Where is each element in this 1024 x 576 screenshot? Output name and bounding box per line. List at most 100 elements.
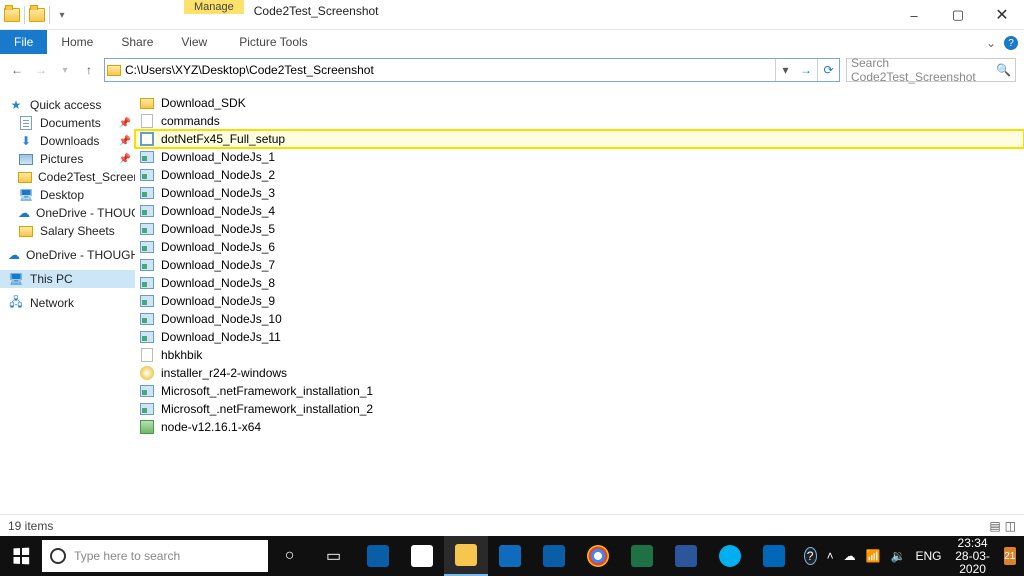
cortana-button[interactable]: ○ (268, 536, 312, 576)
file-row[interactable]: Download_NodeJs_2 (135, 166, 1024, 184)
go-button[interactable]: → (795, 63, 817, 77)
img-icon (139, 167, 155, 183)
address-bar[interactable]: ▾ → ⟳ (104, 58, 840, 82)
file-row[interactable]: Microsoft_.netFramework_installation_2 (135, 400, 1024, 418)
network-tray-icon[interactable]: 📶 (866, 549, 881, 563)
up-button[interactable]: ↑ (80, 63, 98, 77)
file-row[interactable]: node-v12.16.1-x64 (135, 418, 1024, 436)
share-tab[interactable]: Share (107, 31, 167, 53)
file-name: Download_NodeJs_3 (161, 186, 275, 200)
qat-folder-icon[interactable] (29, 7, 45, 23)
sidebar-onedrive-1[interactable]: ☁OneDrive - THOUGH (0, 204, 135, 222)
recent-locations-icon[interactable]: ▾ (56, 65, 74, 76)
separator (24, 6, 25, 24)
ribbon-collapse-icon[interactable]: ⌄ (986, 36, 996, 50)
file-name: Download_NodeJs_4 (161, 204, 275, 218)
outlook-icon[interactable] (532, 536, 576, 576)
edge-icon[interactable] (356, 536, 400, 576)
file-row[interactable]: commands (135, 112, 1024, 130)
network-icon: 🖧 (8, 296, 24, 310)
file-row[interactable]: Download_NodeJs_6 (135, 238, 1024, 256)
file-name: Download_NodeJs_8 (161, 276, 275, 290)
minimize-button[interactable]: – (892, 0, 936, 30)
file-row[interactable]: Microsoft_.netFramework_installation_1 (135, 382, 1024, 400)
input-language[interactable]: ENG (915, 549, 941, 563)
address-history-dropdown-icon[interactable]: ▾ (775, 59, 795, 81)
file-explorer-icon[interactable] (444, 536, 488, 576)
word-icon[interactable] (664, 536, 708, 576)
start-button[interactable] (0, 536, 42, 576)
taskbar-search[interactable]: Type here to search (42, 540, 268, 572)
sidebar-documents[interactable]: Documents📌 (0, 114, 135, 132)
file-tab[interactable]: File (0, 30, 47, 54)
search-box[interactable]: Search Code2Test_Screenshot 🔍 (846, 58, 1016, 82)
refresh-button[interactable]: ⟳ (817, 59, 839, 81)
onedrive-tray-icon[interactable]: ☁ (844, 549, 856, 563)
img-icon (139, 401, 155, 417)
help-icon[interactable]: ? (1004, 36, 1018, 50)
close-button[interactable]: ✕ (980, 0, 1024, 30)
action-center-icon[interactable]: 21 (1004, 547, 1016, 565)
store-icon[interactable] (400, 536, 444, 576)
sidebar-quick-access[interactable]: ★ Quick access (0, 96, 135, 114)
file-row[interactable]: Download_NodeJs_11 (135, 328, 1024, 346)
sidebar-desktop[interactable]: 🖥Desktop (0, 186, 135, 204)
file-row[interactable]: Download_NodeJs_9 (135, 292, 1024, 310)
sidebar-this-pc[interactable]: 🖥This PC (0, 270, 135, 288)
sidebar-pictures[interactable]: Pictures📌 (0, 150, 135, 168)
sidebar-c2t-folder[interactable]: Code2Test_Screensh (0, 168, 135, 186)
file-row[interactable]: Download_NodeJs_5 (135, 220, 1024, 238)
file-row[interactable]: dotNetFx45_Full_setup (135, 130, 1024, 148)
system-tray: ? ˄ ☁ 📶 🔉 ENG 23:34 28-03-2020 21 (796, 537, 1024, 576)
picture-tools-tab[interactable]: Picture Tools (225, 31, 321, 53)
maximize-button[interactable]: ▢ (936, 0, 980, 30)
img-icon (139, 203, 155, 219)
file-row[interactable]: Download_NodeJs_4 (135, 202, 1024, 220)
clock[interactable]: 23:34 28-03-2020 (952, 537, 994, 576)
file-row[interactable]: Download_NodeJs_8 (135, 274, 1024, 292)
file-row[interactable]: Download_NodeJs_7 (135, 256, 1024, 274)
file-name: Microsoft_.netFramework_installation_1 (161, 384, 373, 398)
vscode-icon[interactable] (752, 536, 796, 576)
search-icon[interactable]: 🔍 (996, 63, 1011, 77)
large-icons-view-icon[interactable]: ◫ (1005, 519, 1016, 533)
tray-overflow-icon[interactable]: ˄ (827, 549, 834, 563)
sidebar-label: Network (30, 296, 74, 310)
task-view-button[interactable]: ▭ (312, 536, 356, 576)
mail-icon[interactable] (488, 536, 532, 576)
qat-dropdown-icon[interactable]: ▾ (54, 7, 70, 23)
file-name: Download_NodeJs_1 (161, 150, 275, 164)
file-row[interactable]: Download_NodeJs_1 (135, 148, 1024, 166)
volume-tray-icon[interactable]: 🔉 (891, 549, 906, 563)
sidebar-network[interactable]: 🖧 Network (0, 294, 135, 312)
home-tab[interactable]: Home (47, 31, 107, 53)
skype-icon[interactable] (708, 536, 752, 576)
sidebar-onedrive-2[interactable]: ☁OneDrive - THOUGH (0, 246, 135, 264)
context-tab-header: Manage (184, 0, 244, 14)
file-row[interactable]: Download_SDK (135, 94, 1024, 112)
sidebar-downloads[interactable]: ⬇Downloads📌 (0, 132, 135, 150)
back-button[interactable]: ← (8, 63, 26, 77)
view-tab[interactable]: View (167, 31, 221, 53)
file-row[interactable]: installer_r24-2-windows (135, 364, 1024, 382)
folder-icon (139, 95, 155, 111)
file-name: Download_NodeJs_2 (161, 168, 275, 182)
address-input[interactable] (123, 63, 775, 77)
chrome-icon[interactable] (576, 536, 620, 576)
file-name: Download_NodeJs_6 (161, 240, 275, 254)
file-row[interactable]: Download_NodeJs_10 (135, 310, 1024, 328)
img-icon (139, 239, 155, 255)
file-row[interactable]: Download_NodeJs_3 (135, 184, 1024, 202)
txt-icon (139, 113, 155, 129)
forward-button[interactable]: → (32, 63, 50, 77)
taskbar-apps: ○ ▭ (268, 536, 796, 576)
help-tray-icon[interactable]: ? (804, 547, 817, 565)
desktop-icon: 🖥 (18, 188, 34, 202)
file-row[interactable]: hbkhbik (135, 346, 1024, 364)
sidebar-salary[interactable]: Salary Sheets (0, 222, 135, 240)
excel-icon[interactable] (620, 536, 664, 576)
folder-icon (18, 170, 32, 184)
sidebar-label: Downloads (40, 134, 99, 148)
details-view-icon[interactable]: ▤ (989, 519, 1000, 533)
file-list[interactable]: Download_SDKcommandsdotNetFx45_Full_setu… (135, 88, 1024, 548)
